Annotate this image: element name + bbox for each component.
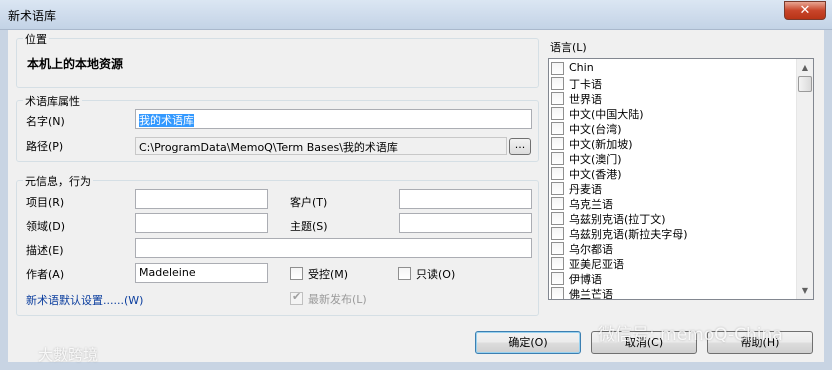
language-label: 亚美尼亚语 xyxy=(569,258,624,271)
close-button[interactable]: ✕ xyxy=(784,1,826,20)
languages-label: 语言(L) xyxy=(550,41,587,54)
language-checkbox[interactable] xyxy=(551,257,564,270)
language-label: Chin xyxy=(569,61,594,74)
location-group: 位置 本机上的本地资源 xyxy=(16,31,539,88)
title-bar: 新术语库 ✕ xyxy=(0,0,832,30)
domain-label: 领域(D) xyxy=(26,220,66,233)
term-defaults-link[interactable]: 新术语默认设置......(W) xyxy=(26,292,143,308)
language-label: 中文(澳门) xyxy=(569,153,622,166)
language-checkbox[interactable] xyxy=(551,197,564,210)
language-label: 伊博语 xyxy=(569,273,602,286)
language-checkbox[interactable] xyxy=(551,242,564,255)
description-field[interactable] xyxy=(135,238,532,258)
ok-button[interactable]: 确定(O) xyxy=(475,331,581,354)
language-label: 丹麦语 xyxy=(569,183,602,196)
language-label: 乌兹别克语(拉丁文) xyxy=(569,213,666,226)
language-item[interactable]: 乌克兰语 xyxy=(551,196,799,211)
language-label: 乌兹别克语(斯拉夫字母) xyxy=(569,228,688,241)
language-item[interactable]: Chin xyxy=(551,61,799,76)
subject-label: 主题(S) xyxy=(290,220,328,233)
languages-scrollbar[interactable]: ▲ ▼ xyxy=(796,59,813,299)
language-checkbox[interactable] xyxy=(551,152,564,165)
language-checkbox[interactable] xyxy=(551,92,564,105)
latest-release-label: 最新发布(L) xyxy=(308,293,367,306)
author-field[interactable]: Madeleine xyxy=(135,263,268,283)
language-item[interactable]: 亚美尼亚语 xyxy=(551,256,799,271)
language-label: 中文(中国大陆) xyxy=(569,108,644,121)
name-value: 我的术语库 xyxy=(139,114,194,127)
location-value: 本机上的本地资源 xyxy=(27,57,124,71)
language-item[interactable]: 中文(新加坡) xyxy=(551,136,799,151)
check-icon: ✔ xyxy=(292,290,302,303)
scroll-down-icon[interactable]: ▼ xyxy=(797,282,813,299)
language-item[interactable]: 伊博语 xyxy=(551,271,799,286)
language-item[interactable]: 中文(中国大陆) xyxy=(551,106,799,121)
language-checkbox[interactable] xyxy=(551,272,564,285)
moderated-label[interactable]: 受控(M) xyxy=(308,266,348,282)
project-label: 项目(R) xyxy=(26,196,65,209)
dialog-body: 位置 本机上的本地资源 术语库属性 名字(N) 我的术语库 路径(P) C:\P… xyxy=(8,30,824,362)
language-item[interactable]: 乌兹别克语(斯拉夫字母) xyxy=(551,226,799,241)
language-item[interactable]: 佛兰芒语 xyxy=(551,286,799,300)
language-item[interactable]: 中文(香港) xyxy=(551,166,799,181)
language-checkbox[interactable] xyxy=(551,107,564,120)
properties-legend: 术语库属性 xyxy=(23,93,82,109)
author-label: 作者(A) xyxy=(26,268,65,281)
language-checkbox[interactable] xyxy=(551,167,564,180)
language-checkbox[interactable] xyxy=(551,77,564,90)
language-item[interactable]: 丁卡语 xyxy=(551,76,799,91)
language-label: 世界语 xyxy=(569,93,602,106)
language-item[interactable]: 中文(台湾) xyxy=(551,121,799,136)
readonly-label[interactable]: 只读(O) xyxy=(416,266,455,282)
location-legend: 位置 xyxy=(23,31,49,47)
language-label: 佛兰芒语 xyxy=(569,288,613,300)
moderated-checkbox[interactable] xyxy=(290,267,303,280)
language-checkbox[interactable] xyxy=(551,122,564,135)
scroll-thumb[interactable] xyxy=(798,76,812,92)
watermark-right: 微信号: memoQ-China xyxy=(598,325,783,345)
language-label: 中文(台湾) xyxy=(569,123,622,136)
scroll-up-icon[interactable]: ▲ xyxy=(797,59,813,76)
subject-field[interactable] xyxy=(399,213,532,233)
client-field[interactable] xyxy=(399,189,532,209)
browse-button[interactable]: ... xyxy=(509,138,531,155)
language-item[interactable]: 丹麦语 xyxy=(551,181,799,196)
language-label: 中文(香港) xyxy=(569,168,622,181)
path-field: C:\ProgramData\MemoQ\Term Bases\我的术语库 xyxy=(135,137,507,155)
readonly-checkbox[interactable] xyxy=(398,267,411,280)
client-label: 客户(T) xyxy=(290,196,328,209)
language-label: 乌尔都语 xyxy=(569,243,613,256)
window-title: 新术语库 xyxy=(8,9,57,23)
language-checkbox[interactable] xyxy=(551,182,564,195)
language-label: 中文(新加坡) xyxy=(569,138,633,151)
language-label: 丁卡语 xyxy=(569,78,602,91)
project-field[interactable] xyxy=(135,189,268,209)
name-field[interactable]: 我的术语库 xyxy=(135,109,532,129)
language-checkbox[interactable] xyxy=(551,227,564,240)
language-checkbox[interactable] xyxy=(551,137,564,150)
language-checkbox[interactable] xyxy=(551,212,564,225)
latest-release-checkbox: ✔ xyxy=(290,290,303,305)
watermark-left: 大數跨境 xyxy=(38,346,99,364)
languages-list[interactable]: Chin 丁卡语世界语中文(中国大陆) 中文(台湾) 中文(新加坡) 中文(澳门) 中文(… xyxy=(548,58,814,300)
language-item[interactable]: 世界语 xyxy=(551,91,799,106)
description-label: 描述(E) xyxy=(26,244,64,257)
domain-field[interactable] xyxy=(135,213,268,233)
language-item[interactable]: 乌尔都语 xyxy=(551,241,799,256)
name-label: 名字(N) xyxy=(26,115,65,128)
path-label: 路径(P) xyxy=(26,140,64,153)
language-item[interactable]: 乌兹别克语(拉丁文) xyxy=(551,211,799,226)
metadata-legend: 元信息，行为 xyxy=(23,173,93,189)
language-checkbox[interactable] xyxy=(551,287,564,299)
language-label: 乌克兰语 xyxy=(569,198,613,211)
language-checkbox[interactable] xyxy=(551,62,564,75)
language-item[interactable]: 中文(澳门) xyxy=(551,151,799,166)
